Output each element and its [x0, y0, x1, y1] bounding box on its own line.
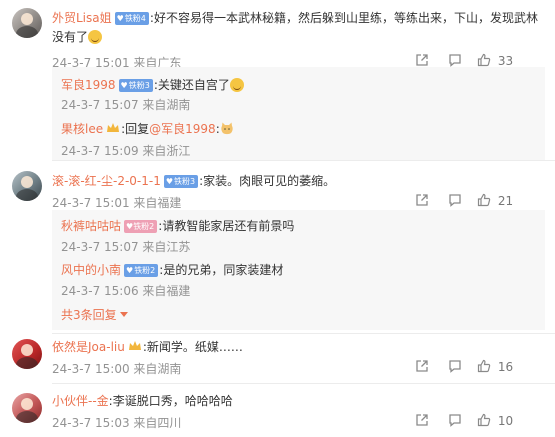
chevron-down-icon — [120, 312, 129, 317]
fan-badge[interactable]: ♥铁粉4 — [114, 12, 149, 25]
crown-icon — [107, 123, 120, 132]
share-icon[interactable] — [415, 193, 429, 207]
avatar[interactable] — [12, 393, 42, 423]
reply-username[interactable]: 风中的小南 — [61, 263, 121, 277]
username[interactable]: 外贸Lisa姐 — [52, 11, 112, 25]
divider — [52, 383, 555, 384]
avatar[interactable] — [12, 339, 42, 369]
reply-meta: 24-3-7 15:06 来自福建 — [61, 284, 191, 298]
share-icon[interactable] — [415, 53, 429, 67]
reply-box: 军良1998 ♥铁粉3:关键还自宫了 24-3-7 15:07 来自湖南 果核le… — [52, 67, 545, 160]
reply-text: :关键还自宫了 — [153, 78, 230, 92]
like-count: 21 — [497, 194, 514, 208]
avatar[interactable] — [12, 171, 42, 201]
comment-icon[interactable] — [448, 193, 462, 207]
fan-badge[interactable]: ♥铁粉3 — [163, 175, 199, 188]
fan-badge[interactable]: ♥铁粉2 — [124, 220, 158, 233]
like-icon — [477, 413, 491, 427]
reply-text: :请教智能家居还有前景吗 — [158, 219, 295, 233]
cat-emoji — [221, 122, 233, 135]
mention-link[interactable]: @军良1998 — [149, 122, 216, 136]
reply-username[interactable]: 果核lee — [61, 122, 103, 136]
avatar[interactable] — [12, 8, 42, 38]
like-button[interactable]: 16 — [477, 359, 513, 374]
reply-text: :是的兄弟，同家装建材 — [159, 263, 284, 277]
comment-meta: 24-3-7 15:03 来自四川 — [52, 416, 182, 430]
crown-icon — [128, 341, 141, 350]
more-replies-link[interactable]: 共3条回复 — [61, 306, 129, 323]
like-icon — [477, 359, 491, 373]
comment-meta: 24-3-7 15:00 来自湖南 — [52, 362, 182, 376]
fan-badge[interactable]: ♥铁粉2 — [124, 264, 159, 277]
reply-meta: 24-3-7 15:09 来自浙江 — [61, 144, 191, 158]
reply-meta: 24-3-7 15:07 来自江苏 — [61, 240, 191, 254]
like-button[interactable]: 33 — [477, 53, 513, 68]
reply-box: 秋裤咕咕咕 ♥铁粉2:请教智能家居还有前景吗 24-3-7 15:07 来自江苏 … — [52, 210, 545, 330]
laugh-emoji — [88, 30, 103, 44]
like-count: 10 — [497, 414, 514, 428]
comment-item: 依然是Joa-liu :新闻学。纸媒…… 24-3-7 15:00 来自湖南 16 — [0, 336, 555, 380]
reply-text: :回复 — [121, 122, 150, 136]
comment-text: :家装。肉眼可见的萎缩。 — [199, 174, 336, 188]
reply-meta: 24-3-7 15:07 来自湖南 — [61, 98, 191, 112]
divider — [52, 160, 555, 161]
share-icon[interactable] — [415, 413, 429, 427]
comment-icon[interactable] — [448, 359, 462, 373]
like-button[interactable]: 21 — [477, 193, 513, 208]
comment-item: 滚-滚-红-尘-2-0-1-1 ♥铁粉3:家装。肉眼可见的萎缩。 24-3-7 1… — [0, 163, 555, 333]
comment-meta: 24-3-7 15:01 来自福建 — [52, 196, 182, 210]
username[interactable]: 滚-滚-红-尘-2-0-1-1 — [52, 174, 161, 188]
like-icon — [477, 53, 491, 67]
like-count: 33 — [497, 54, 514, 68]
like-count: 16 — [497, 360, 514, 374]
divider — [52, 333, 555, 334]
username[interactable]: 小伙伴--金 — [52, 394, 109, 408]
share-icon[interactable] — [415, 359, 429, 373]
reply-username[interactable]: 秋裤咕咕咕 — [61, 219, 121, 233]
username[interactable]: 依然是Joa-liu — [52, 340, 125, 354]
fan-badge[interactable]: ♥铁粉3 — [118, 79, 153, 92]
like-icon — [477, 193, 491, 207]
reply-username[interactable]: 军良1998 — [61, 78, 116, 92]
comment-icon[interactable] — [448, 413, 462, 427]
comment-text: :李诞脱口秀，哈哈哈哈 — [108, 394, 233, 408]
comment-item: 小伙伴--金:李诞脱口秀，哈哈哈哈 24-3-7 15:03 来自四川 10 — [0, 388, 555, 436]
like-button[interactable]: 10 — [477, 413, 513, 428]
comment-text: :新闻学。纸媒…… — [142, 340, 243, 354]
laugh-emoji — [229, 78, 244, 92]
comment-item: 外贸Lisa姐 ♥铁粉4:好不容易得一本武林秘籍，然后躲到山里练，等练出来，下山，… — [0, 0, 555, 180]
comment-icon[interactable] — [448, 53, 462, 67]
